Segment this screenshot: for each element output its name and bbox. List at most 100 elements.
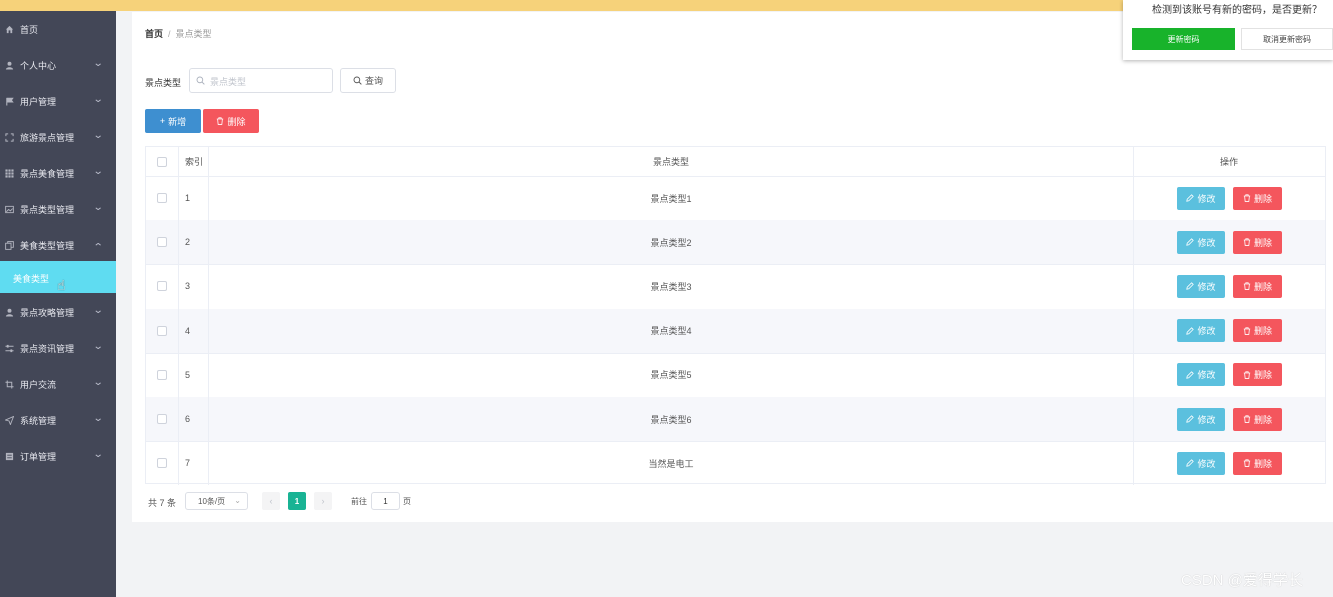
prev-page-button[interactable]: ‹ bbox=[262, 492, 280, 510]
list-icon bbox=[5, 452, 14, 461]
row-index: 2 bbox=[178, 220, 209, 265]
row-edit-button[interactable]: 修改 bbox=[1177, 319, 1225, 343]
query-button-label: 查询 bbox=[364, 76, 383, 86]
add-button-label: 新增 bbox=[168, 116, 187, 127]
select-all-checkbox[interactable] bbox=[157, 156, 167, 167]
row-delete-button[interactable]: 删除 bbox=[1233, 186, 1282, 210]
row-checkbox[interactable] bbox=[157, 458, 167, 469]
picture-icon bbox=[5, 205, 14, 214]
row-edit-button[interactable]: 修改 bbox=[1177, 274, 1225, 298]
batch-delete-button-label: 删除 bbox=[227, 116, 246, 127]
chevron-down-icon: ⌄ bbox=[92, 377, 104, 388]
row-delete-label: 删除 bbox=[1253, 370, 1272, 381]
table-row: 1 景点类型1 修改 删除 bbox=[146, 176, 1325, 222]
row-edit-button[interactable]: 修改 bbox=[1177, 451, 1225, 475]
goto-page-input[interactable] bbox=[371, 492, 400, 510]
row-check-cell bbox=[146, 176, 179, 221]
sidebar-item-personal-center[interactable]: 个人中心 ⌄ bbox=[0, 47, 116, 83]
breadcrumb-home[interactable]: 首页 bbox=[145, 29, 163, 39]
chevron-down-icon: ⌄ bbox=[92, 166, 104, 177]
row-type: 景点类型1 bbox=[209, 176, 1134, 221]
row-checkbox[interactable] bbox=[157, 237, 167, 248]
next-page-button[interactable]: › bbox=[314, 492, 332, 510]
sidebar-item-attraction-food-management[interactable]: 景点美食管理 ⌄ bbox=[0, 155, 116, 191]
row-type: 当然是电工 bbox=[209, 441, 1134, 486]
row-delete-button[interactable]: 删除 bbox=[1233, 407, 1282, 431]
row-edit-button[interactable]: 修改 bbox=[1177, 363, 1225, 387]
chevron-down-icon: ⌄ bbox=[92, 58, 104, 69]
row-checkbox[interactable] bbox=[157, 369, 167, 380]
edit-icon bbox=[1186, 415, 1195, 423]
row-delete-label: 删除 bbox=[1253, 414, 1272, 425]
row-edit-label: 修改 bbox=[1197, 458, 1216, 469]
row-delete-label: 删除 bbox=[1253, 326, 1272, 337]
sidebar-item-user-management[interactable]: 用户管理 ⌄ bbox=[0, 83, 116, 119]
trash-icon bbox=[1243, 327, 1251, 335]
row-edit-label: 修改 bbox=[1197, 193, 1216, 204]
row-ops-cell bbox=[1133, 397, 1325, 441]
row-index: 4 bbox=[178, 308, 209, 353]
sidebar-item-attraction-management[interactable]: 旅游景点管理 ⌄ bbox=[0, 119, 116, 155]
table-row: 2 景点类型2 修改 删除 bbox=[146, 220, 1325, 266]
watermark: CSDN @爱得学长 bbox=[1181, 572, 1303, 589]
table-row: 7 当然是电工 修改 删除 bbox=[146, 441, 1325, 486]
sidebar-item-food-type-management[interactable]: 美食类型管理 ⌄ bbox=[0, 227, 116, 263]
row-delete-button[interactable]: 删除 bbox=[1233, 230, 1282, 254]
cancel-update-password-button[interactable]: 取消更新密码 bbox=[1241, 28, 1333, 50]
sidebar-item-label: 用户管理 bbox=[20, 96, 57, 107]
sidebar-item-system-management[interactable]: 系统管理 ⌄ bbox=[0, 402, 116, 438]
sidebar-item-label: 景点美食管理 bbox=[20, 168, 75, 179]
row-checkbox[interactable] bbox=[157, 193, 167, 204]
row-type: 景点类型3 bbox=[209, 264, 1134, 309]
row-delete-button[interactable]: 删除 bbox=[1233, 319, 1282, 343]
row-edit-button[interactable]: 修改 bbox=[1177, 407, 1225, 431]
row-check-cell bbox=[146, 397, 179, 442]
copy-icon bbox=[5, 240, 14, 250]
row-index: 6 bbox=[178, 397, 209, 442]
row-delete-button[interactable]: 删除 bbox=[1233, 451, 1282, 475]
edit-icon bbox=[1186, 459, 1195, 467]
current-page-button[interactable]: 1 bbox=[288, 492, 306, 510]
sidebar-item-attraction-type-management[interactable]: 景点类型管理 ⌄ bbox=[0, 191, 116, 227]
query-button[interactable]: 查询 bbox=[340, 68, 396, 93]
search-input[interactable] bbox=[208, 73, 330, 90]
row-check-cell bbox=[146, 441, 179, 486]
row-index: 1 bbox=[178, 176, 209, 221]
edit-icon bbox=[1186, 238, 1195, 246]
row-edit-button[interactable]: 修改 bbox=[1177, 186, 1225, 210]
sidebar-item-label: 景点资讯管理 bbox=[20, 343, 75, 354]
row-ops-cell bbox=[1133, 264, 1325, 308]
row-delete-button[interactable]: 删除 bbox=[1233, 363, 1282, 387]
chevron-right-icon: › bbox=[321, 496, 325, 506]
sidebar-item-news-management[interactable]: 景点资讯管理 ⌄ bbox=[0, 330, 116, 366]
breadcrumb: 首页 / 景点类型 bbox=[145, 27, 212, 40]
page-size-select[interactable]: 10条/页 ⌄ bbox=[185, 492, 248, 510]
chevron-up-icon: ⌄ bbox=[92, 240, 104, 251]
sidebar-item-label: 订单管理 bbox=[20, 451, 57, 462]
sidebar-item-label: 个人中心 bbox=[20, 60, 57, 71]
row-checkbox[interactable] bbox=[157, 325, 167, 336]
password-update-dialog: 检测到该账号有新的密码，是否更新？ 更新密码 取消更新密码 bbox=[1123, 0, 1333, 60]
trash-icon bbox=[217, 117, 224, 125]
row-type: 景点类型6 bbox=[209, 397, 1134, 442]
search-icon bbox=[196, 76, 205, 85]
row-ops-cell bbox=[1133, 441, 1325, 485]
sidebar-item-home[interactable]: 首页 bbox=[0, 11, 116, 47]
user-icon bbox=[5, 308, 14, 317]
sidebar-item-user-exchange[interactable]: 用户交流 ⌄ bbox=[0, 366, 116, 402]
goto-label: 前往 bbox=[351, 497, 367, 506]
sidebar-item-guide-management[interactable]: 景点攻略管理 ⌄ bbox=[0, 294, 116, 330]
batch-delete-button[interactable]: 删除 bbox=[203, 109, 259, 133]
header-ops: 操作 bbox=[1219, 157, 1238, 167]
row-checkbox[interactable] bbox=[157, 281, 167, 292]
sidebar: 首页 个人中心 ⌄ 用户管理 ⌄ 旅游景点管理 ⌄ 景点美食管理 ⌄ 景点类型管… bbox=[0, 11, 116, 597]
row-checkbox[interactable] bbox=[157, 414, 167, 425]
row-delete-button[interactable]: 删除 bbox=[1233, 274, 1282, 298]
row-edit-button[interactable]: 修改 bbox=[1177, 230, 1225, 254]
row-check-cell bbox=[146, 220, 179, 265]
sidebar-item-order-management[interactable]: 订单管理 ⌄ bbox=[0, 438, 116, 474]
add-button[interactable]: + 新增 bbox=[145, 109, 201, 133]
chevron-down-icon: ⌄ bbox=[92, 130, 104, 141]
row-type: 景点类型2 bbox=[209, 220, 1134, 265]
update-password-button[interactable]: 更新密码 bbox=[1132, 28, 1235, 50]
